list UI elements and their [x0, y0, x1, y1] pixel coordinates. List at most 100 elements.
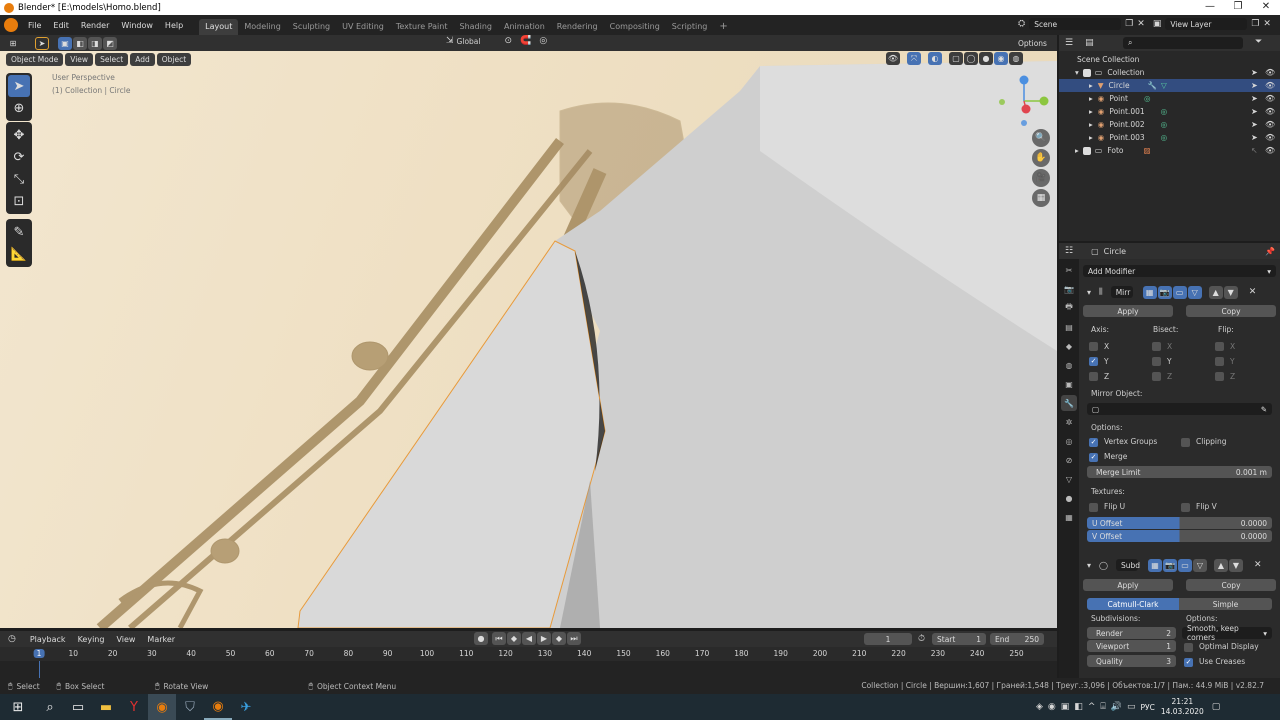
outliner-item-point[interactable]: ▸ ◉ Point ◎ ➤ 👁 [1059, 92, 1280, 105]
transform-orientation-selector[interactable]: Global [457, 37, 505, 46]
start-frame-field[interactable]: Start 1 [932, 633, 986, 645]
quality-field[interactable]: Quality 3 [1087, 655, 1176, 667]
selectable-arrow-icon[interactable]: ➤ [1251, 94, 1258, 103]
shield-app-icon[interactable]: ⛉ [176, 694, 204, 720]
shading-material-icon[interactable]: ◉ [994, 52, 1008, 65]
tab-layout[interactable]: Layout [199, 19, 239, 35]
menu-keying[interactable]: Keying [72, 635, 111, 644]
network-icon[interactable]: ⌸ [1100, 702, 1105, 712]
particles-tab-icon[interactable]: ✲ [1061, 414, 1077, 430]
tray-app-icon[interactable]: ◈ [1036, 702, 1043, 712]
flip-z-checkbox[interactable] [1215, 372, 1224, 382]
jump-end-icon[interactable]: ⏭ [567, 632, 581, 645]
collapse-arrow-icon[interactable]: ▾ [1087, 288, 1091, 297]
expand-arrow-icon[interactable]: ▸ [1089, 120, 1093, 129]
selectable-arrow-icon[interactable]: ↖ [1251, 146, 1258, 155]
selectable-arrow-icon[interactable]: ➤ [1251, 107, 1258, 116]
tab-uv-editing[interactable]: UV Editing [336, 19, 390, 35]
realtime-display-icon[interactable]: ▭ [1177, 558, 1192, 572]
volume-icon[interactable]: 🔊 [1111, 702, 1122, 712]
add-modifier-dropdown[interactable]: Add Modifier ▾ [1083, 265, 1276, 277]
editor-type-icon[interactable]: ⊞ [6, 37, 20, 50]
frame-ruler[interactable]: 1 10 20 30 40 50 60 70 80 90 100 110 120 130 140 150 160… [0, 647, 1057, 661]
outliner-item-point-003[interactable]: ▸ ◉ Point.003 ◎ ➤ 👁 [1059, 131, 1280, 144]
annotate-tool-icon[interactable]: ✎ [8, 221, 30, 243]
windows-start-icon[interactable]: ⊞ [0, 694, 36, 720]
tab-shading[interactable]: Shading [453, 19, 498, 35]
remove-modifier-icon[interactable]: ✕ [1254, 560, 1262, 570]
blender-taskbar-icon[interactable]: ◉ [204, 694, 232, 720]
measure-tool-icon[interactable]: 📐 [8, 243, 30, 265]
blender-menu-icon[interactable] [4, 18, 18, 32]
flip-y-checkbox[interactable] [1215, 357, 1224, 367]
camera-view-icon[interactable]: 🎥 [1032, 169, 1050, 187]
render-tab-icon[interactable]: 📷 [1061, 281, 1077, 297]
overlays-icon[interactable]: ◐ [928, 52, 942, 65]
input-language[interactable]: РУС [1141, 703, 1155, 712]
move-up-icon[interactable]: ▲ [1208, 285, 1223, 299]
select-mode-extend-icon[interactable]: ◧ [73, 36, 87, 50]
battery-icon[interactable]: ▭ [1127, 702, 1136, 712]
cursor-tool-icon[interactable]: ⊕ [8, 97, 30, 119]
move-up-icon[interactable]: ▲ [1213, 558, 1228, 572]
menu-window[interactable]: Window [115, 21, 159, 30]
menu-select[interactable]: Select [95, 52, 129, 66]
shading-rendered-icon[interactable]: ◍ [1009, 52, 1023, 65]
maximize-button[interactable]: ❐ [1224, 0, 1252, 15]
expand-arrow-icon[interactable]: ▸ [1089, 107, 1093, 116]
vertex-groups-checkbox[interactable]: ✓ [1089, 437, 1098, 447]
expand-arrow-icon[interactable]: ▾ [1075, 68, 1079, 77]
flip-u-checkbox[interactable] [1089, 502, 1098, 512]
cage-icon[interactable]: ▽ [1192, 558, 1207, 572]
tab-animation[interactable]: Animation [498, 19, 551, 35]
eye-icon[interactable]: 👁 [1265, 94, 1275, 103]
minimize-button[interactable]: — [1196, 0, 1224, 15]
light-data-icon[interactable]: ◎ [1161, 120, 1168, 129]
new-scene-icon[interactable]: ❐ [1125, 19, 1133, 29]
data-tab-icon[interactable]: ▽ [1061, 471, 1077, 487]
clipping-checkbox[interactable] [1181, 437, 1190, 447]
remove-modifier-icon[interactable]: ✕ [1249, 287, 1257, 297]
next-keyframe-icon[interactable]: ◆ [552, 632, 566, 645]
flip-x-checkbox[interactable] [1215, 342, 1224, 352]
light-data-icon[interactable]: ◎ [1161, 133, 1168, 142]
eye-icon[interactable]: 👁 [1265, 133, 1275, 142]
flip-v-checkbox[interactable] [1181, 502, 1190, 512]
jump-start-icon[interactable]: ⏮ [492, 632, 506, 645]
new-view-layer-icon[interactable]: ❐ [1251, 19, 1259, 29]
select-box-tool-icon[interactable]: ➤ [8, 75, 30, 97]
mirror-apply-button[interactable]: Apply [1083, 305, 1173, 317]
viewport-levels-field[interactable]: Viewport 1 [1087, 640, 1176, 652]
collection-checkbox[interactable] [1082, 68, 1091, 77]
pin-icon[interactable]: 📌 [1265, 247, 1275, 256]
filter-icon[interactable]: ⏷ [1255, 37, 1262, 47]
editmode-icon[interactable]: ▦ [1147, 558, 1162, 572]
tool-tab-icon[interactable]: ✂ [1061, 262, 1077, 278]
merge-checkbox[interactable]: ✓ [1089, 452, 1098, 462]
end-frame-field[interactable]: End 250 [990, 633, 1044, 645]
outliner-item-scene-collection[interactable]: Scene Collection [1059, 53, 1280, 66]
telegram-icon[interactable]: ✈ [232, 694, 260, 720]
eye-icon[interactable]: 👁 [1265, 107, 1275, 116]
xray-icon[interactable]: ▢ [949, 52, 963, 65]
render-camera-icon[interactable]: 📷 [1157, 285, 1172, 299]
display-mode-icon[interactable]: ▤ [1085, 38, 1094, 48]
tab-rendering[interactable]: Rendering [551, 19, 604, 35]
tray-app-icon-4[interactable]: ◧ [1074, 702, 1083, 712]
selectable-arrow-icon[interactable]: ➤ [1251, 133, 1258, 142]
outliner-item-point-001[interactable]: ▸ ◉ Point.001 ◎ ➤ 👁 [1059, 105, 1280, 118]
physics-tab-icon[interactable]: ◎ [1061, 433, 1077, 449]
pan-hand-icon[interactable]: ✋ [1032, 149, 1050, 167]
catmull-clark-button[interactable]: Catmull-Clark [1087, 598, 1179, 610]
scale-tool-icon[interactable]: ⤡ [8, 168, 30, 190]
texture-tab-icon[interactable]: ▦ [1061, 509, 1077, 525]
select-mode-invert-icon[interactable]: ◩ [103, 36, 117, 50]
tab-sculpting[interactable]: Sculpting [287, 19, 336, 35]
eye-icon[interactable]: 👁 [1265, 81, 1275, 90]
axis-y-checkbox[interactable]: ✓ [1089, 357, 1098, 367]
menu-edit[interactable]: Edit [47, 21, 75, 30]
mode-selector[interactable]: Object Mode [6, 52, 64, 66]
ortho-grid-icon[interactable]: ▦ [1032, 189, 1050, 207]
shading-solid-icon[interactable]: ● [979, 52, 993, 65]
tray-app-icon-2[interactable]: ◉ [1048, 702, 1056, 712]
